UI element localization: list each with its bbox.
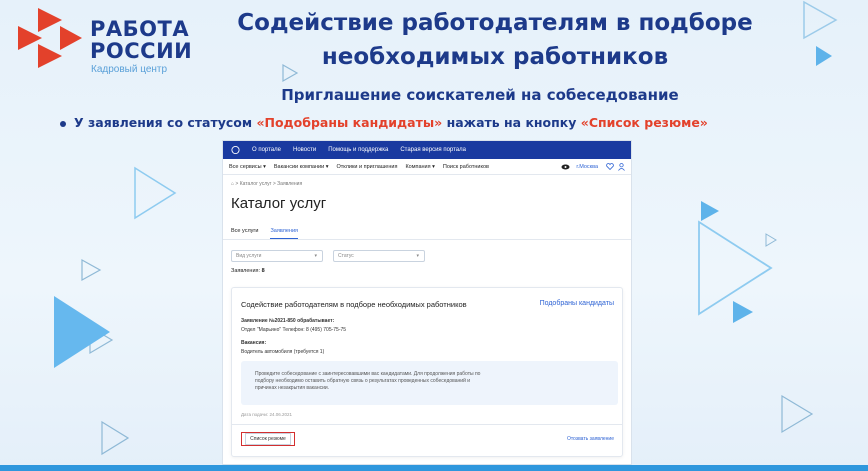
resume-list-button[interactable]: Список резюме (241, 432, 295, 446)
user-icon[interactable] (618, 162, 625, 171)
count-label: Заявления: (231, 268, 262, 274)
page-title: Каталог услуг (231, 195, 327, 212)
resume-list-label: Список резюме (245, 433, 291, 445)
topnav-news[interactable]: Новости (293, 147, 316, 153)
tab-all-services[interactable]: Все услуги (231, 228, 258, 239)
logo-mark-icon (18, 8, 82, 68)
triangle-outline-icon (765, 233, 777, 247)
applications-count: Заявления: 8 (223, 262, 631, 274)
tab-applications[interactable]: Заявления (270, 228, 298, 239)
status-badge: Подобраны кандидаты (539, 300, 614, 307)
heart-icon[interactable] (606, 163, 614, 170)
emblem-icon (231, 145, 240, 155)
instruction-button: «Список резюме» (580, 115, 708, 130)
triangle-solid-icon (54, 296, 110, 368)
portal-menu: Все сервисы ▾ Вакансии компании ▾ Отклик… (223, 159, 631, 175)
service-type-select[interactable]: Вид услуги ▾ (231, 250, 323, 262)
logo-subtitle: Кадровый центр (91, 64, 168, 75)
topnav-old-version[interactable]: Старая версия портала (400, 147, 466, 153)
application-label: Заявление №2021-850 обрабатывает: (241, 318, 335, 324)
bullet-dot-icon (60, 120, 66, 127)
topnav-help[interactable]: Помощь и поддержка (328, 147, 388, 153)
card-title: Содействие работодателям в подборе необх… (241, 300, 467, 309)
service-type-placeholder: Вид услуги (236, 253, 262, 259)
menu-company[interactable]: Компания ▾ (405, 164, 434, 170)
slide-subtitle: Приглашение соискателей на собеседование (281, 86, 679, 104)
instruction-bullet: У заявления со статусом «Подобраны канди… (60, 115, 840, 130)
status-select[interactable]: Статус ▾ (333, 250, 425, 262)
menu-vacancies[interactable]: Вакансии компании ▾ (274, 164, 329, 170)
vacancy-label: Вакансия: (241, 340, 267, 346)
application-card: Содействие работодателям в подборе необх… (231, 287, 623, 457)
slide: РАБОТА РОССИИ Кадровый центр Содействие … (0, 0, 868, 471)
notice-line: причинах незакрытия вакансии. (255, 385, 330, 391)
portal-screenshot: О портале Новости Помощь и поддержка Ста… (222, 140, 632, 465)
divider (232, 424, 622, 425)
tabs: Все услуги Заявления (223, 212, 631, 240)
chevron-down-icon: ▾ (314, 253, 317, 259)
vacancy-value: Водитель автомобиля (требуется 1) (241, 349, 325, 355)
instruction-status: «Подобраны кандидаты» (256, 115, 443, 130)
notice-box: Проведите собеседование с заинтересовавш… (241, 361, 618, 405)
menu-responses[interactable]: Отклики и приглашения (336, 164, 397, 170)
logo: РАБОТА РОССИИ Кадровый центр (16, 6, 192, 76)
logo-line2: РОССИИ (90, 39, 193, 63)
region-selector[interactable]: г.Москва (576, 164, 598, 170)
triangle-outline-icon (803, 0, 838, 40)
logo-line1: РАБОТА (90, 17, 190, 41)
logo-text: РАБОТА РОССИИ (90, 18, 192, 62)
menu-right: г.Москва (561, 162, 625, 171)
withdraw-application-link[interactable]: Отозвать заявление (567, 436, 614, 442)
menu-all-services[interactable]: Все сервисы ▾ (229, 164, 266, 170)
bottom-bar (0, 465, 868, 471)
triangle-solid-icon (816, 46, 832, 66)
triangle-solid-icon (733, 301, 753, 323)
submission-date: Дата подачи: 24.06.2021 (241, 412, 292, 417)
filters: Вид услуги ▾ Статус ▾ (223, 240, 631, 262)
triangle-outline-icon (81, 258, 102, 282)
count-value: 8 (261, 268, 265, 274)
portal-top-nav: О портале Новости Помощь и поддержка Ста… (223, 141, 631, 159)
breadcrumb[interactable]: ⌂ > Каталог услуг > Заявления (223, 175, 631, 187)
eye-icon[interactable] (561, 164, 570, 170)
triangle-outline-icon (781, 394, 814, 434)
notice-line: подбору необходимо оставить обратную свя… (255, 378, 471, 384)
chevron-down-icon: ▾ (416, 253, 419, 259)
topnav-about[interactable]: О портале (252, 147, 281, 153)
slide-title: Содействие работодателям в подборе необх… (237, 10, 753, 70)
menu-search-workers[interactable]: Поиск работников (443, 164, 489, 170)
instruction-middle: нажать на кнопку (442, 115, 581, 130)
status-placeholder: Статус (338, 253, 354, 259)
triangle-outline-icon (134, 166, 177, 220)
notice-line: Проведите собеседование с заинтересовавш… (255, 371, 481, 377)
application-value: Отдел "Марьино" Телефон: 8 (495) 705-75-… (241, 327, 347, 333)
instruction-prefix: У заявления со статусом (74, 115, 257, 130)
triangle-outline-icon (101, 420, 130, 456)
